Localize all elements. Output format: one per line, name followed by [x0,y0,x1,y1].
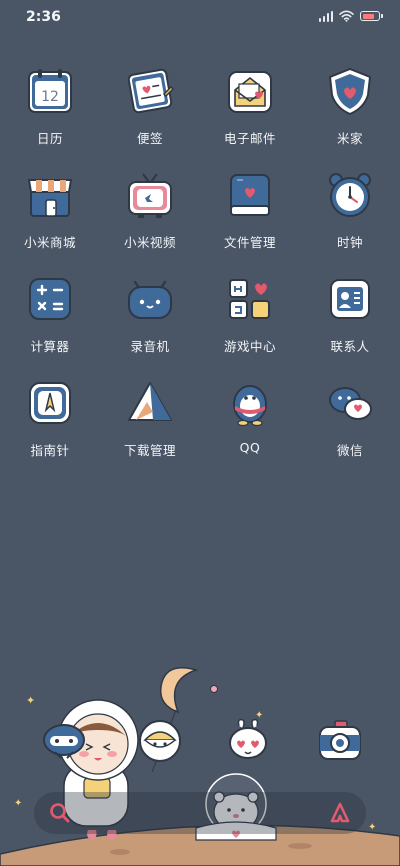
app-label: QQ [239,440,261,455]
app-label: 文件管理 [223,235,276,250]
search-bar[interactable] [34,792,366,834]
dock-messages[interactable] [130,716,190,766]
app-label: 联系人 [330,339,370,354]
app-row: 指南针 下载管理 QQ 微信 [0,376,400,480]
phone-dock-icon [43,724,85,759]
app-wechat[interactable]: 微信 [300,376,400,480]
app-game-center[interactable]: 游戏中心 [200,272,300,376]
app-clock[interactable]: 时钟 [300,168,400,272]
app-label: 计算器 [30,339,70,354]
status-bar: 2:36 [0,0,400,34]
svg-text:✦: ✦ [26,694,35,707]
dock-phone[interactable] [34,716,94,766]
app-label: 时钟 [336,235,363,250]
app-file-manager[interactable]: 文件管理 [200,168,300,272]
contacts-icon [330,279,370,319]
app-label: 录音机 [130,339,170,354]
app-contacts[interactable]: 联系人 [300,272,400,376]
wechat-icon [329,387,372,420]
tv-icon [128,173,172,218]
app-grid: 12 日历 便签 电子邮件 米家 小米商城 小米视频 文件管理 时钟 计算器 录… [0,64,400,480]
app-label: 指南针 [30,443,70,458]
message-dock-icon [139,720,181,762]
browser-bunny-icon [229,718,267,759]
app-label: 微信 [336,443,363,458]
app-mi-store[interactable]: 小米商城 [0,168,100,272]
battery-icon [360,11,383,21]
app-calculator[interactable]: 计算器 [0,272,100,376]
app-row: 小米商城 小米视频 文件管理 时钟 [0,168,400,272]
app-mi-video[interactable]: 小米视频 [100,168,200,272]
wifi-icon [339,10,354,22]
store-icon [27,179,73,217]
app-label: 小米商城 [23,235,76,250]
app-label: 小米视频 [123,235,176,250]
search-icon [50,803,70,823]
calendar-icon: 12 [28,69,72,113]
app-label: 便签 [136,131,163,146]
app-row: 12 日历 便签 电子邮件 米家 [0,64,400,168]
assistant-icon[interactable] [328,801,352,825]
moon-icon [160,667,199,714]
game-blocks-icon [229,279,270,319]
dock-camera[interactable] [310,716,370,766]
app-recorder[interactable]: 录音机 [100,272,200,376]
app-qq[interactable]: QQ [200,376,300,480]
app-row: 计算器 录音机 游戏中心 联系人 [0,272,400,376]
app-calendar[interactable]: 12 日历 [0,64,100,168]
svg-text:✦: ✦ [14,798,22,809]
status-time: 2:36 [26,9,61,25]
cellular-signal-icon [318,10,333,22]
svg-text:12: 12 [41,89,59,105]
app-email[interactable]: 电子邮件 [200,64,300,168]
folder-book-icon [230,174,270,216]
recorder-icon [128,280,172,319]
dock-browser[interactable] [218,716,278,766]
qq-penguin-icon [233,385,267,427]
app-label: 游戏中心 [223,339,276,354]
dock [0,716,400,776]
app-notes[interactable]: 便签 [100,64,200,168]
download-triangle-icon [128,382,172,421]
mijia-shield-icon [328,67,372,116]
system-icons [318,10,383,22]
compass-icon [29,382,71,424]
app-label: 米家 [336,131,363,146]
alarm-clock-icon [329,173,371,217]
app-download-manager[interactable]: 下载管理 [100,376,200,480]
svg-text:✦: ✦ [368,822,376,833]
camera-dock-icon [319,720,361,760]
app-label: 日历 [36,131,63,146]
app-mijia[interactable]: 米家 [300,64,400,168]
app-compass[interactable]: 指南针 [0,376,100,480]
calculator-icon [29,278,71,320]
app-label: 电子邮件 [223,131,276,146]
app-label: 下载管理 [123,443,176,458]
email-icon [228,71,272,113]
notes-icon [127,68,175,114]
